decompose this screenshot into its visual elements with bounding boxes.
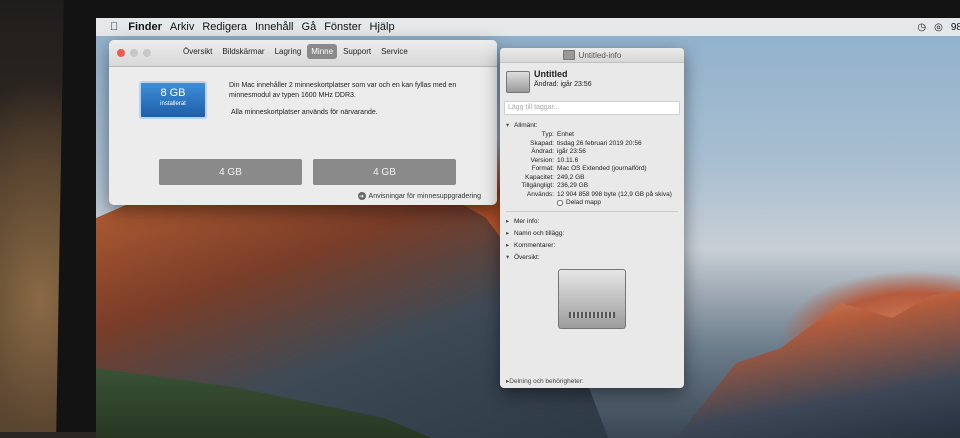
zoom-button[interactable] [143,49,151,57]
general-value: 10.11.6 [557,156,579,164]
general-row: Används: 12 904 858 998 byte (12,9 GB på … [504,191,680,200]
shared-folder-row: Delad mapp [500,199,684,208]
system-info-window: Översikt Bildskärmar Lagring Minne Suppo… [109,40,497,205]
apple-icon[interactable]:  [96,21,128,33]
general-value: 12 904 858 998 byte (12,9 GB på skiva) [557,190,672,198]
menu-ga[interactable]: Gå [302,21,325,33]
section-name-extension-label: Namn och tillägg: [514,229,565,237]
general-row: Version: 10.11.6 [504,157,680,166]
general-row: Format: Mac OS Extended (journalförd) [504,165,680,174]
mountain-right [676,288,960,438]
info-window: Untitled-info Untitled Ändrad: igår 23:5… [500,48,684,388]
drive-connector [569,311,615,318]
section-comments[interactable]: ▸ Kommentarer: [500,239,684,251]
menu-bar:  Finder Arkiv Redigera Innehåll Gå Föns… [96,18,960,36]
general-key: Version: [530,156,555,164]
disclosure-open-icon: ▾ [506,122,510,129]
memory-total-badge: 8 GB installerat [139,81,207,119]
memory-upgrade-link[interactable]: ➜ Anvisningar för minnesuppgradering [357,192,481,200]
desktop-screen:  Finder Arkiv Redigera Innehåll Gå Föns… [96,18,960,438]
menu-innehall[interactable]: Innehåll [255,21,302,33]
general-key: Används: [526,190,554,198]
general-key: Ändrad: [531,148,554,155]
menu-finder[interactable]: Finder [128,21,170,33]
memory-installed-label: installerat [160,101,186,107]
section-comments-label: Kommentarer: [514,241,556,249]
sharing-permissions[interactable]: ▸Delning och behörigheter: [506,377,584,385]
general-row: Tillgängligt: 236,29 GB [504,182,680,191]
menu-redigera[interactable]: Redigera [202,21,255,33]
general-key: Tillgängligt: [521,182,554,189]
tab-oversikt[interactable]: Översikt [179,44,216,59]
general-key: Skapad: [530,139,554,147]
shared-folder-label: Delad mapp [566,199,602,206]
tab-support[interactable]: Support [339,44,375,59]
section-more-info-label: Mer info: [514,217,540,225]
battery-percent[interactable]: 98 [951,22,960,33]
memory-slot-2: 4 GB [313,159,456,185]
disclosure-closed-icon: ▸ [506,217,510,225]
sharing-permissions-label: Delning och behörigheter: [509,378,584,385]
memory-slot-1: 4 GB [159,159,302,185]
general-row: Ändrad: igår 23:56 [504,148,680,157]
arrow-right-icon: ➜ [357,192,366,200]
memory-description: Din Mac innehåller 2 minneskortplatser s… [229,82,457,99]
general-list: Typ: Enhet Skapad: tisdag 26 februari 2019 … [500,131,684,199]
tab-bildskarmar[interactable]: Bildskärmar [218,44,268,59]
system-info-titlebar: Översikt Bildskärmar Lagring Minne Suppo… [109,40,497,67]
volume-modified: Ändrad: igår 23:56 [534,81,592,88]
tab-minne[interactable]: Minne [307,44,338,59]
memory-total: 8 GB [160,87,186,99]
disclosure-open-icon: ▾ [506,253,510,261]
minimize-button[interactable] [130,49,138,57]
section-preview-label: Översikt: [514,253,540,261]
menu-arkiv[interactable]: Arkiv [170,21,202,33]
general-row: Skapad: tisdag 26 februari 2019 20:56 [504,140,680,149]
general-key: Format: [531,165,554,172]
general-value: Mac OS Extended (journalförd) [557,165,647,172]
section-preview[interactable]: ▾ Översikt: [500,251,684,263]
general-value: 249,2 GB [557,173,585,181]
volume-name: Untitled [534,69,568,79]
disk-icon [562,50,575,60]
close-button[interactable] [117,49,125,57]
menu-hjalp[interactable]: Hjälp [370,21,403,33]
wifi-icon[interactable]: ◎ [934,22,943,33]
general-key: Kapacitet: [525,173,554,181]
section-general[interactable]: ▾ Allmänt: [500,119,684,131]
menu-fonster[interactable]: Fönster [324,21,369,33]
tab-service[interactable]: Service [377,44,412,59]
time-machine-icon[interactable]: ◷ [917,22,926,33]
general-value: igår 23:56 [557,148,586,155]
general-value: Enhet [557,131,574,138]
general-value: tisdag 26 februari 2019 20:56 [557,139,642,147]
tab-lagring[interactable]: Lagring [271,44,306,59]
section-more-info[interactable]: ▸ Mer info: [500,215,684,227]
general-key: Typ: [541,131,554,138]
drive-preview-icon [558,268,626,329]
memory-upgrade-label: Anvisningar för minnesuppgradering [368,192,481,200]
info-titlebar: Untitled-info [500,48,684,63]
divider [506,210,678,212]
hard-drive-icon [506,71,530,93]
disclosure-closed-icon: ▸ [506,229,510,237]
tags-input[interactable]: Lägg till taggar... [504,101,680,115]
section-name-extension[interactable]: ▸ Namn och tillägg: [500,227,684,239]
general-row: Typ: Enhet [504,131,680,140]
disclosure-closed-icon: ▸ [506,241,510,249]
shared-folder-checkbox[interactable] [557,200,563,207]
info-window-title: Untitled-info [578,50,622,60]
memory-slot-status: Alla minneskortplatser används för närva… [231,109,378,116]
section-general-label: Allmänt: [514,122,538,129]
info-header: Untitled Ändrad: igår 23:56 [500,63,684,101]
general-row: Kapacitet: 249,2 GB [504,174,680,183]
general-value: 236,29 GB [557,182,589,189]
